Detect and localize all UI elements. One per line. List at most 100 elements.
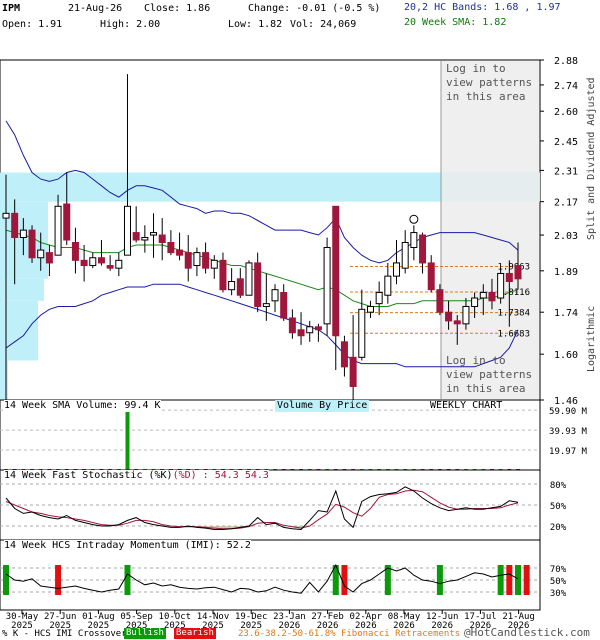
bearish-candle — [314, 326, 322, 331]
price-tick-label: 2.45 — [554, 137, 578, 148]
bearish-crossover-marker — [506, 565, 513, 595]
volume-panel-label: 14 Week SMA Volume: 99.4 K — [4, 400, 161, 412]
bullish-candle — [245, 262, 253, 296]
fibonacci-label: 1.9063 — [497, 263, 530, 273]
stochastic-tick-label: 80% — [550, 481, 567, 491]
bearish-candle — [505, 272, 513, 283]
bullish-candle — [393, 262, 401, 277]
bearish-candle — [297, 329, 305, 337]
stochastic-tick-label: 20% — [550, 523, 567, 533]
logarithmic-label: Logarithmic — [586, 305, 597, 372]
bullish-candle — [384, 275, 392, 296]
imi-tick-label: 70% — [550, 565, 567, 575]
bearish-candle — [288, 317, 296, 334]
volume-tick-label: 59.90 M — [549, 407, 588, 417]
bearish-candle — [202, 252, 210, 269]
bullish-candle — [2, 212, 10, 219]
price-tick-label: 2.88 — [554, 56, 578, 67]
bullish-legend: Bullish — [124, 628, 166, 639]
bearish-candle — [71, 241, 79, 261]
price-tick-label: 1.89 — [554, 267, 578, 278]
fibonacci-legend: 23.6-38.2-50-61.8% Fibonacci Retracement… — [238, 629, 461, 639]
bullish-candle — [410, 232, 418, 249]
bullish-candle — [497, 272, 505, 299]
pattern-note-bottom-line: in this area — [446, 382, 526, 395]
bullish-candle — [115, 259, 123, 269]
bearish-candle — [453, 320, 461, 325]
bullish-crossover-marker — [3, 565, 9, 595]
volume-tick-label: 19.97 M — [549, 447, 588, 457]
bullish-crossover-marker — [124, 565, 131, 595]
bearish-candle — [254, 262, 262, 307]
bearish-candle — [28, 229, 36, 259]
volume-tick-label: 39.93 M — [549, 427, 588, 437]
stochastic-d-label: (%D) : 54.3 — [172, 470, 239, 481]
price-tick-label: 1.46 — [554, 396, 578, 407]
pattern-note-top-line: Log in to — [446, 62, 506, 75]
weekly-chart-label: WEEKLY CHART — [430, 400, 503, 411]
bearish-candle — [184, 252, 192, 269]
bullish-candle — [123, 205, 131, 256]
imi-lines: 70% 50% 30% — [0, 563, 567, 599]
bearish-candle — [445, 311, 453, 322]
bearish-candle — [63, 203, 71, 241]
bearish-crossover-marker — [523, 565, 530, 595]
price-tick-label: 2.03 — [554, 231, 578, 242]
pattern-note-bottom: Log in to view patterns in this area — [446, 354, 532, 396]
bearish-candle — [514, 265, 522, 280]
bullish-candle — [210, 259, 218, 269]
bullish-candle — [366, 305, 374, 313]
bearish-candle — [158, 234, 166, 243]
price-tick-label: 2.60 — [554, 107, 578, 118]
bearish-crossover-marker — [55, 565, 62, 595]
bearish-candle — [427, 262, 435, 291]
split-adjusted-label: Split and Dividend Adjusted — [586, 77, 597, 240]
brand-link[interactable]: @HotCandlestick.com — [464, 627, 590, 639]
bearish-candle — [80, 259, 88, 267]
bullish-candle — [271, 289, 279, 302]
bearish-candle — [106, 265, 114, 269]
price-axis: 2.88 2.74 2.60 2.45 2.31 2.17 2.03 1.89 1.74 1.60… — [540, 56, 578, 407]
bearish-legend: Bearish — [174, 628, 216, 639]
bearish-candle — [332, 205, 340, 337]
stochastic-d-line — [5, 489, 519, 530]
bullish-crossover-marker — [497, 565, 504, 595]
bearish-candle — [45, 252, 53, 264]
bullish-candle — [193, 252, 201, 267]
bullish-candle — [375, 291, 383, 305]
bearish-candle — [340, 341, 348, 368]
stochastic-tick-label: 50% — [550, 502, 567, 512]
bullish-candle — [228, 281, 236, 291]
stochastic-d-value: 54.3 — [244, 470, 269, 481]
bullish-candle — [358, 308, 366, 358]
pattern-note-top: Log in to view patterns in this area — [446, 62, 532, 104]
bullish-candle — [306, 326, 314, 334]
pattern-note-top-line: view patterns — [446, 76, 533, 89]
imi-tick-label: 30% — [550, 589, 567, 599]
vbp-bar — [0, 278, 44, 301]
bearish-candle — [280, 291, 288, 319]
stochastic-panel-label: 14 Week Fast Stochastic (%K)(%D) : 54.3 … — [4, 470, 269, 482]
price-tick-label: 2.74 — [554, 81, 578, 92]
bullish-crossover-marker — [515, 565, 521, 595]
bullish-candle — [471, 297, 479, 307]
price-tick-label: 1.74 — [554, 308, 578, 319]
price-tick-label: 1.60 — [554, 350, 578, 361]
fibonacci-label: 1.7384 — [497, 309, 530, 319]
bullish-crossover-marker — [436, 565, 443, 595]
pivot-high-marker — [409, 214, 419, 224]
bearish-candle — [488, 291, 496, 302]
pattern-note-bottom-line: view patterns — [446, 368, 533, 381]
pattern-note-bottom-line: Log in to — [446, 354, 506, 367]
bearish-candle — [436, 289, 444, 313]
bearish-candle — [219, 259, 227, 291]
bearish-candle — [132, 232, 140, 241]
bullish-candle — [19, 229, 27, 239]
bullish-candle — [37, 249, 45, 259]
pattern-note-top-line: in this area — [446, 90, 526, 103]
bearish-candle — [11, 212, 19, 239]
pattern-area — [441, 61, 539, 399]
bullish-candle — [54, 205, 62, 256]
bullish-candle — [141, 237, 149, 241]
bearish-candle — [176, 249, 184, 256]
